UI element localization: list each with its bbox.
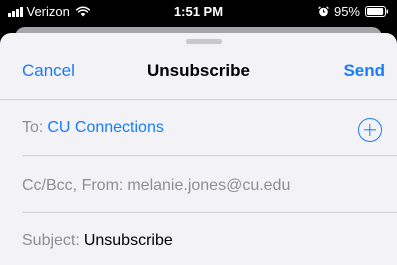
compose-title: Unsubscribe [147, 61, 250, 80]
to-field[interactable]: To: CU Connections [22, 119, 397, 137]
to-recipient-token[interactable]: CU Connections [47, 119, 164, 136]
mail-compose-sheet: Cancel Unsubscribe Send To: CU Connection… [0, 33, 397, 265]
send-button[interactable]: Send [343, 61, 385, 81]
cc-divider [22, 212, 397, 213]
subject-value[interactable]: Unsubscribe [84, 232, 173, 249]
from-address: melanie.jones@cu.edu [127, 177, 291, 194]
to-divider [22, 155, 397, 156]
subject-label: Subject: [22, 232, 80, 249]
status-right: 95% [318, 4, 389, 19]
compose-nav-bar: Cancel Unsubscribe Send [0, 33, 397, 99]
to-label: To: [22, 119, 44, 136]
alarm-icon [318, 6, 329, 17]
battery-icon [365, 6, 389, 17]
nav-divider [0, 99, 397, 100]
battery-percentage: 95% [333, 4, 360, 19]
cc-bcc-from-field[interactable]: Cc/Bcc, From: melanie.jones@cu.edu [22, 177, 397, 195]
status-bar: Verizon 1:51 PM 95% [0, 0, 397, 22]
plus-circle-icon[interactable] [358, 118, 382, 142]
subject-field[interactable]: Subject: Unsubscribe [22, 232, 397, 250]
cc-bcc-from-label: Cc/Bcc, From: [22, 177, 124, 194]
